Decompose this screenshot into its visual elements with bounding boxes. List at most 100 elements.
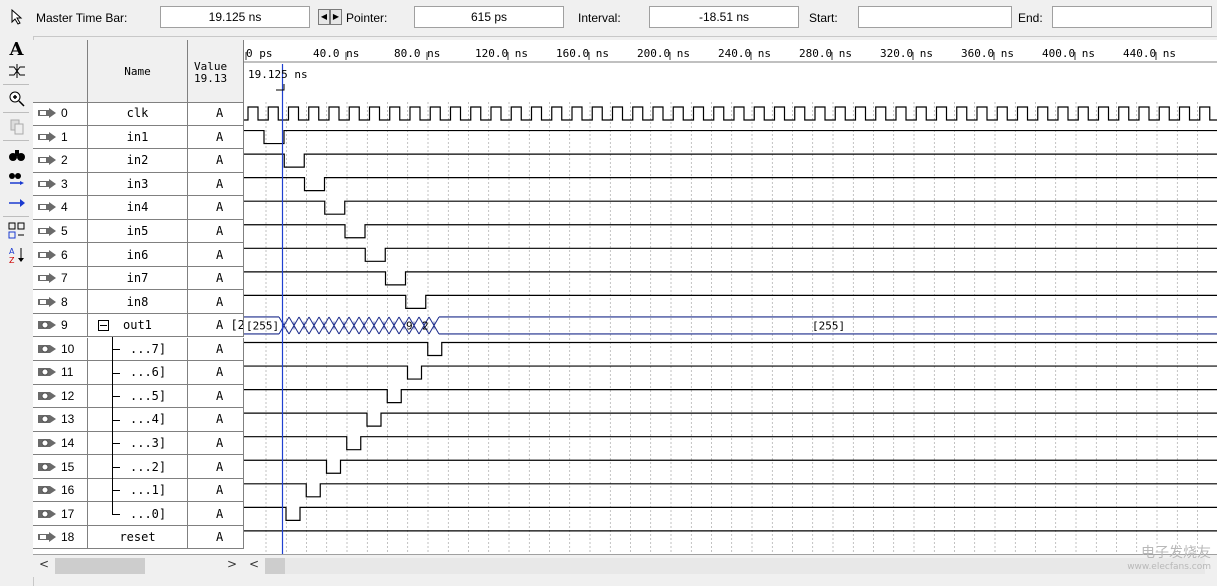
signal-name-cell[interactable]: in3 <box>88 172 188 196</box>
signal-row[interactable]: 2 in2 A <box>33 149 244 173</box>
signal-name-cell[interactable]: in2 <box>88 149 188 172</box>
signal-index-cell[interactable]: 11 <box>33 361 88 384</box>
signal-index-cell[interactable]: 0 <box>33 102 88 125</box>
end-label: End: <box>1018 11 1043 25</box>
signal-index-cell[interactable]: 15 <box>33 455 88 478</box>
signal-name-cell[interactable]: in7 <box>88 266 188 290</box>
signal-index-cell[interactable]: 17 <box>33 502 88 525</box>
signal-index-cell[interactable]: 16 <box>33 478 88 502</box>
copy-icon[interactable] <box>0 116 33 138</box>
signal-row[interactable]: 4 in4 A <box>33 196 244 220</box>
left-pane-scroll-right-icon[interactable]: > <box>227 557 237 571</box>
signal-index-cell[interactable]: 5 <box>33 219 88 243</box>
signal-row[interactable]: 14 ...3] A <box>33 431 244 456</box>
signal-name-cell[interactable]: ...5] <box>88 384 188 408</box>
input-pin-icon <box>38 178 56 189</box>
signal-name-cell[interactable]: ...1] <box>88 478 188 502</box>
left-pane-scroll-thumb[interactable] <box>55 558 145 574</box>
signal-row[interactable]: 6 in6 A <box>33 243 244 267</box>
text-icon[interactable]: A <box>0 38 33 60</box>
signal-row[interactable]: 1 in1 A <box>33 125 244 150</box>
wave-scroll-thumb[interactable] <box>265 558 285 574</box>
signal-index-cell[interactable]: 7 <box>33 266 88 290</box>
pointer-field[interactable]: 615 ps <box>414 6 564 28</box>
bus-value-label: 9 <box>406 319 413 332</box>
signal-row[interactable]: 5 in5 A <box>33 219 244 244</box>
signal-index-cell[interactable]: 1 <box>33 125 88 149</box>
signal-row[interactable]: 16 ...1] A <box>33 478 244 503</box>
waveform-edit-icon[interactable] <box>0 60 33 82</box>
input-pin-icon <box>38 532 56 543</box>
find-icon[interactable] <box>0 144 33 166</box>
prev-transition-button[interactable]: ◀ <box>318 9 330 25</box>
signal-name-cell[interactable]: ...7] <box>88 337 188 361</box>
signal-index-cell[interactable]: 18 <box>33 525 88 549</box>
signal-index-cell[interactable]: 2 <box>33 149 88 172</box>
signal-row[interactable]: 12 ...5] A <box>33 384 244 409</box>
signal-index: 13 <box>61 412 75 427</box>
signal-row[interactable]: 8 in8 A <box>33 290 244 314</box>
sort-icon[interactable]: AZ <box>0 244 33 266</box>
name-column-header[interactable]: Name <box>88 40 188 102</box>
signal-row[interactable]: 9 out1 A [2 <box>33 313 244 338</box>
signal-row[interactable]: 3 in3 A <box>33 172 244 197</box>
left-pane-scroll-left-icon[interactable]: < <box>39 557 49 571</box>
signal-row[interactable]: 15 ...2] A <box>33 454 244 479</box>
pointer-icon[interactable] <box>0 6 33 28</box>
signal-index-cell[interactable]: 3 <box>33 172 88 196</box>
signal-row[interactable]: 13 ...4] A <box>33 407 244 432</box>
signal-index: 18 <box>61 530 75 545</box>
signal-name: in7 <box>126 271 149 286</box>
zoom-icon[interactable] <box>0 88 33 110</box>
signal-row[interactable]: 17 ...0] A <box>33 501 244 526</box>
index-column-header <box>33 40 88 102</box>
start-field[interactable] <box>858 6 1012 28</box>
signal-name-cell[interactable]: clk <box>88 102 188 125</box>
signal-name-cell[interactable]: out1 <box>88 313 188 337</box>
goto-icon[interactable] <box>0 192 33 214</box>
signal-row[interactable]: 18 reset A <box>33 525 244 550</box>
bus-value-label: 2 <box>422 319 429 332</box>
group-icon[interactable] <box>0 220 33 242</box>
signal-index-cell[interactable]: 13 <box>33 408 88 431</box>
signal-name-cell[interactable]: ...6] <box>88 360 188 385</box>
signal-index-cell[interactable]: 6 <box>33 243 88 266</box>
signal-name-cell[interactable]: ...0] <box>88 501 188 525</box>
signal-name-cell[interactable]: reset <box>88 525 188 549</box>
signal-name-cell[interactable]: ...2] <box>88 454 188 479</box>
signal-index: 11 <box>61 365 74 380</box>
bus-value-label: [255] <box>812 319 845 332</box>
signal-name-cell[interactable]: ...4] <box>88 407 188 432</box>
signal-row[interactable]: 7 in7 A <box>33 266 244 291</box>
signal-row[interactable]: 0 clk A <box>33 102 244 126</box>
signal-name-cell[interactable]: in8 <box>88 290 188 313</box>
signal-index-cell[interactable]: 4 <box>33 196 88 219</box>
signal-index-cell[interactable]: 8 <box>33 290 88 313</box>
signal-row[interactable]: 10 ...7] A <box>33 337 244 362</box>
signal-name-cell[interactable]: in1 <box>88 125 188 149</box>
signal-index-cell[interactable]: 14 <box>33 431 88 455</box>
watermark: 电子发烧友 www.elecfans.com <box>1127 542 1211 572</box>
signal-index-cell[interactable]: 9 <box>33 313 88 337</box>
signal-row[interactable]: 11 ...6] A <box>33 360 244 385</box>
signal-name-cell[interactable]: in6 <box>88 243 188 266</box>
end-field[interactable] <box>1052 6 1212 28</box>
signal-index-cell[interactable]: 12 <box>33 384 88 408</box>
collapse-icon[interactable] <box>98 319 109 331</box>
find-next-icon[interactable] <box>0 168 33 190</box>
signal-name-cell[interactable]: in5 <box>88 219 188 243</box>
wave-scroll-left-icon[interactable]: < <box>249 557 259 571</box>
waveform-canvas[interactable]: 0 ps 40.0 ns 80.0 ns 120.0 ns 160.0 ns 200.0 … <box>244 40 1217 554</box>
wave-scroll-track[interactable] <box>285 558 1205 574</box>
interval-field[interactable]: -18.51 ns <box>649 6 799 28</box>
signal-name-cell[interactable]: in4 <box>88 196 188 219</box>
time-tick-label: 240.0 ns <box>718 47 771 60</box>
signal-name: ...3] <box>130 435 167 450</box>
svg-text:Z: Z <box>9 256 15 264</box>
signal-index-cell[interactable]: 10 <box>33 337 88 361</box>
signal-name: in2 <box>126 153 149 168</box>
master-time-bar-field[interactable]: 19.125 ns <box>160 6 310 28</box>
next-transition-button[interactable]: ▶ <box>330 9 342 25</box>
signal-name-cell[interactable]: ...3] <box>88 431 188 455</box>
value-column-header[interactable]: Value 19.13 <box>188 40 244 102</box>
